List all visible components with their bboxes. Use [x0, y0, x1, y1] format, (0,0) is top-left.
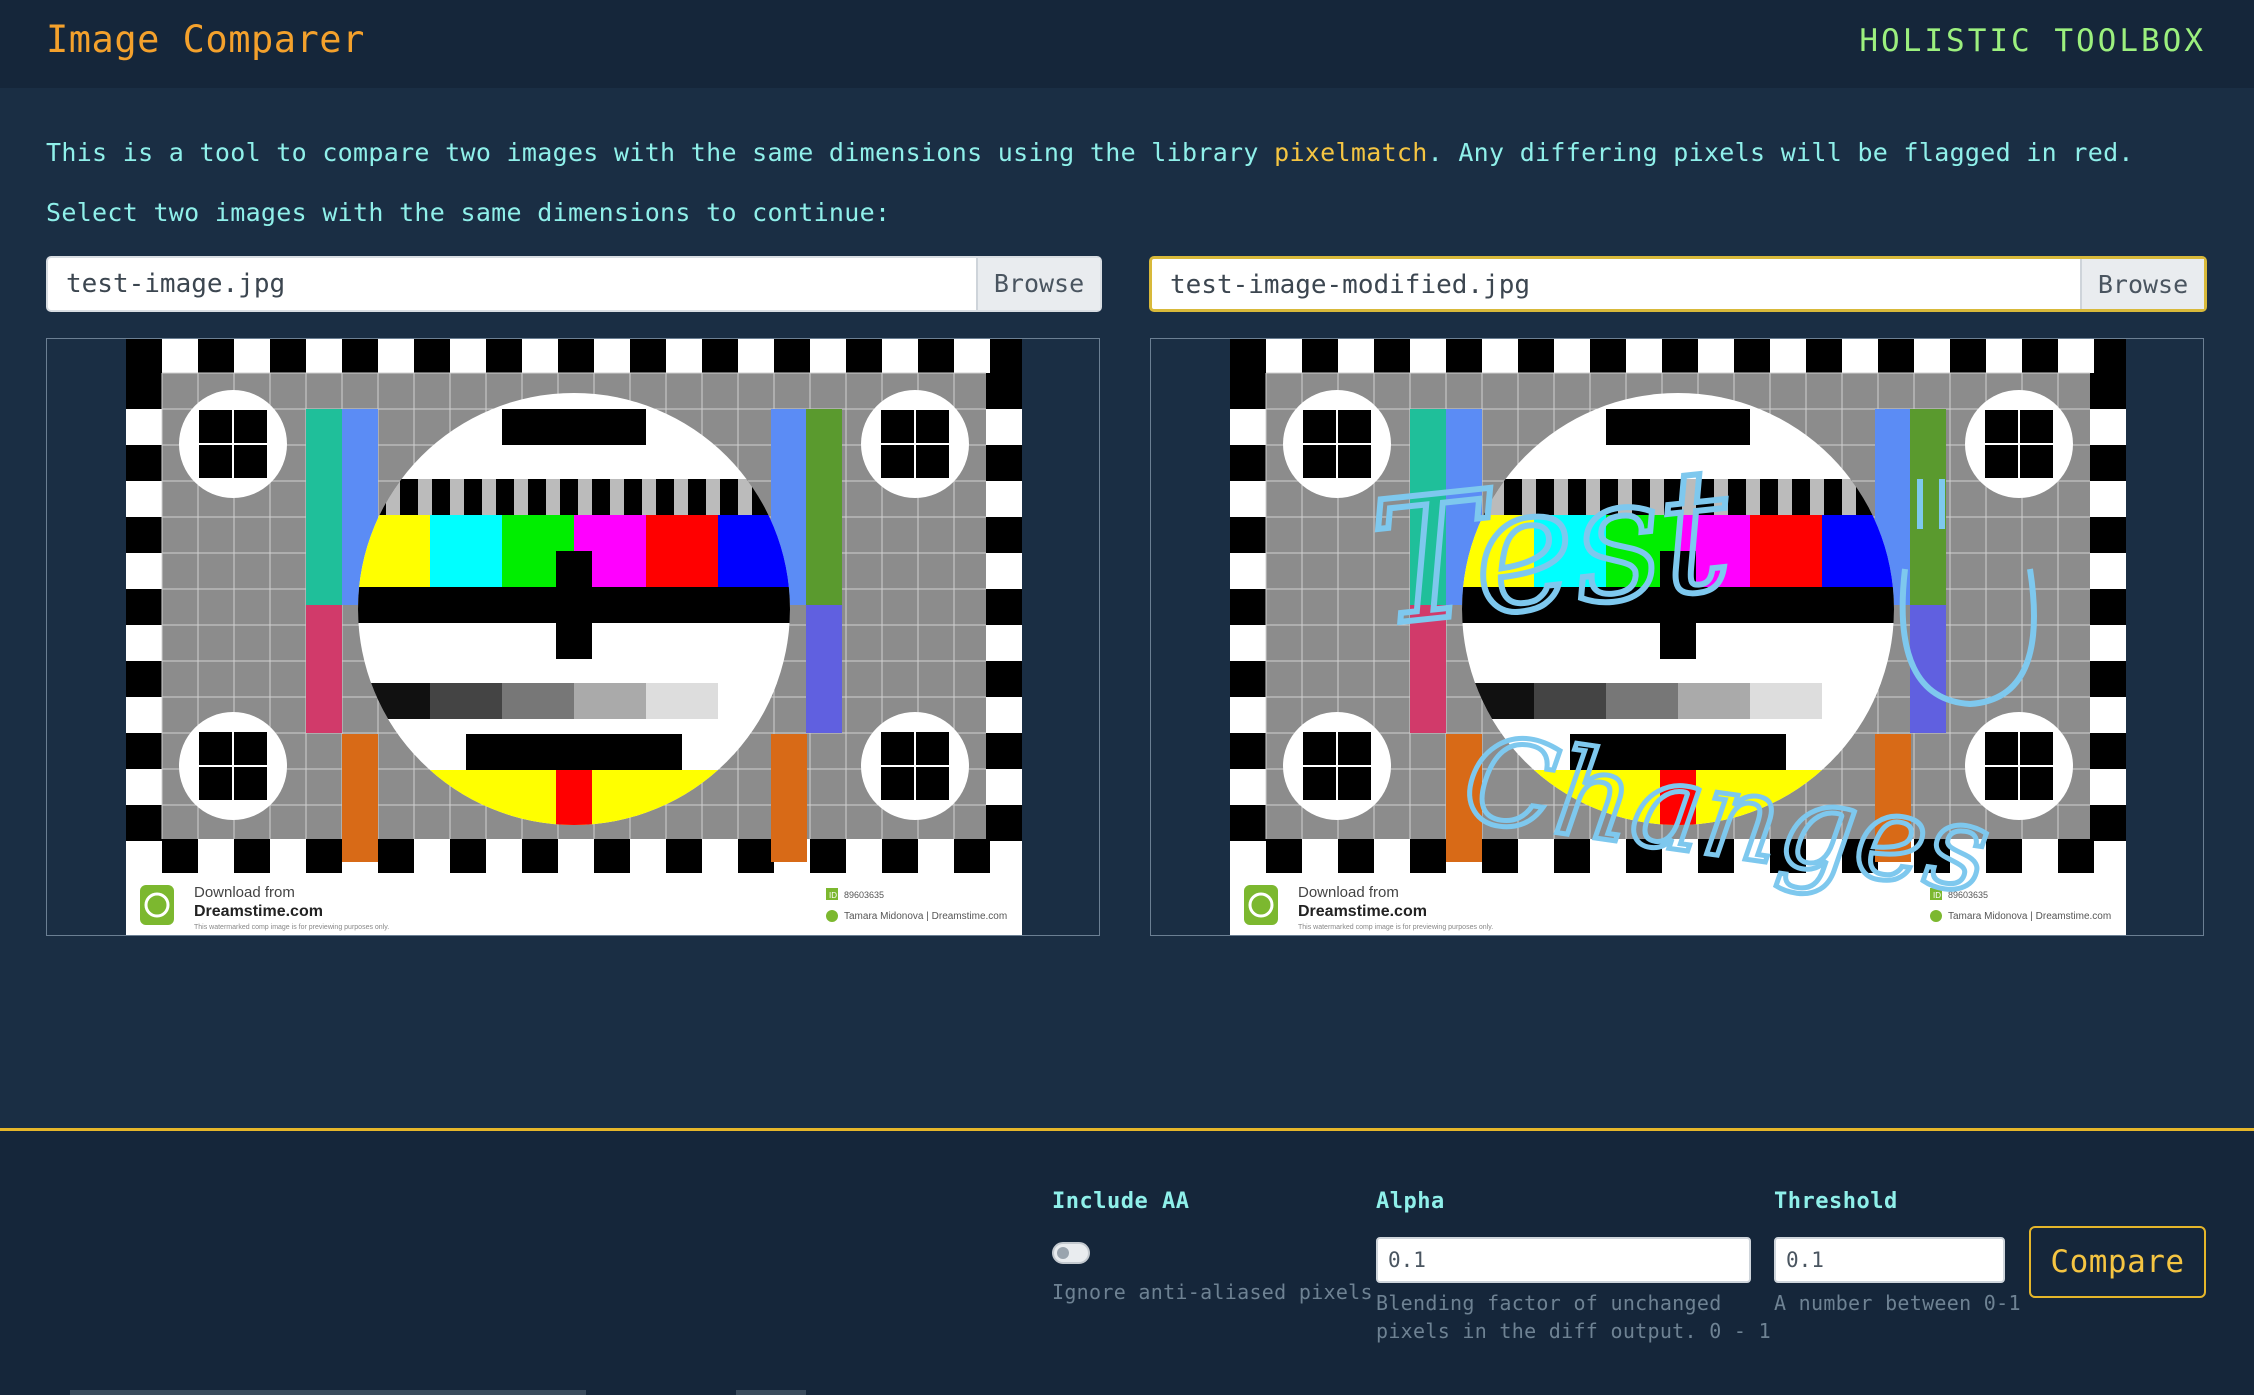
- intro-text-start: This is a tool to compare two images wit…: [46, 138, 1275, 167]
- id-label: ID: [829, 891, 837, 900]
- left-file-name[interactable]: test-image.jpg: [48, 258, 976, 310]
- right-image-preview: Download from Dreamstime.com This waterm…: [1150, 338, 2204, 936]
- credit-text: Tamara Midonova | Dreamstime.com: [844, 911, 1007, 922]
- annotation-test: Test: [1364, 431, 1740, 665]
- brand-link[interactable]: HOLISTIC TOOLBOX: [1859, 23, 2206, 59]
- left-image-preview: Download from Dreamstime.com This waterm…: [46, 338, 1100, 936]
- download-from-text: Download from: [194, 884, 295, 901]
- include-aa-toggle[interactable]: [1052, 1242, 1090, 1264]
- footer-scroll-track: [70, 1390, 586, 1395]
- threshold-input[interactable]: 0.1: [1774, 1237, 2005, 1283]
- include-aa-hint: Ignore anti-aliased pixels: [1052, 1280, 1373, 1304]
- threshold-label: Threshold: [1774, 1189, 1898, 1214]
- intro-text: This is a tool to compare two images wit…: [46, 138, 2134, 167]
- intro-text-end: . Any differing pixels will be flagged i…: [1427, 138, 2134, 167]
- test-card-image: Download from Dreamstime.com This waterm…: [126, 339, 1022, 935]
- instruction-text: Select two images with the same dimensio…: [46, 198, 891, 227]
- alpha-hint-line1: Blending factor of unchanged: [1376, 1291, 1722, 1315]
- right-file-name[interactable]: test-image-modified.jpg: [1152, 259, 2080, 309]
- dreamstime-text: Dreamstime.com: [194, 903, 323, 920]
- modified-test-card-image: Download from Dreamstime.com This waterm…: [1230, 339, 2126, 935]
- compare-button[interactable]: Compare: [2029, 1226, 2206, 1298]
- alpha-hint-line2: pixels in the diff output. 0 - 1: [1376, 1319, 1771, 1343]
- fine-print-text: This watermarked comp image is for previ…: [1298, 924, 1493, 931]
- app-title[interactable]: Image Comparer: [46, 18, 365, 61]
- dreamstime-text: Dreamstime.com: [1298, 903, 1427, 920]
- fine-print-text: This watermarked comp image is for previ…: [194, 924, 389, 931]
- alpha-label: Alpha: [1376, 1189, 1445, 1214]
- test-card-pattern: [126, 339, 1022, 873]
- right-browse-button[interactable]: Browse: [2080, 259, 2204, 309]
- include-aa-label: Include AA: [1052, 1189, 1190, 1214]
- threshold-hint: A number between 0-1: [1774, 1291, 2021, 1315]
- right-file-picker[interactable]: test-image-modified.jpg Browse: [1149, 256, 2207, 312]
- toggle-knob: [1057, 1247, 1069, 1259]
- id-value: 89603635: [844, 890, 884, 900]
- pixelmatch-link[interactable]: pixelmatch: [1274, 138, 1428, 167]
- download-from-text: Download from: [1298, 884, 1399, 901]
- credit-icon: [826, 910, 838, 922]
- top-bar: Image Comparer HOLISTIC TOOLBOX: [0, 0, 2254, 88]
- left-browse-button[interactable]: Browse: [976, 258, 1100, 310]
- left-file-picker[interactable]: test-image.jpg Browse: [46, 256, 1102, 312]
- alpha-input[interactable]: 0.1: [1376, 1237, 1751, 1283]
- footer-scroll-mark: [736, 1390, 806, 1395]
